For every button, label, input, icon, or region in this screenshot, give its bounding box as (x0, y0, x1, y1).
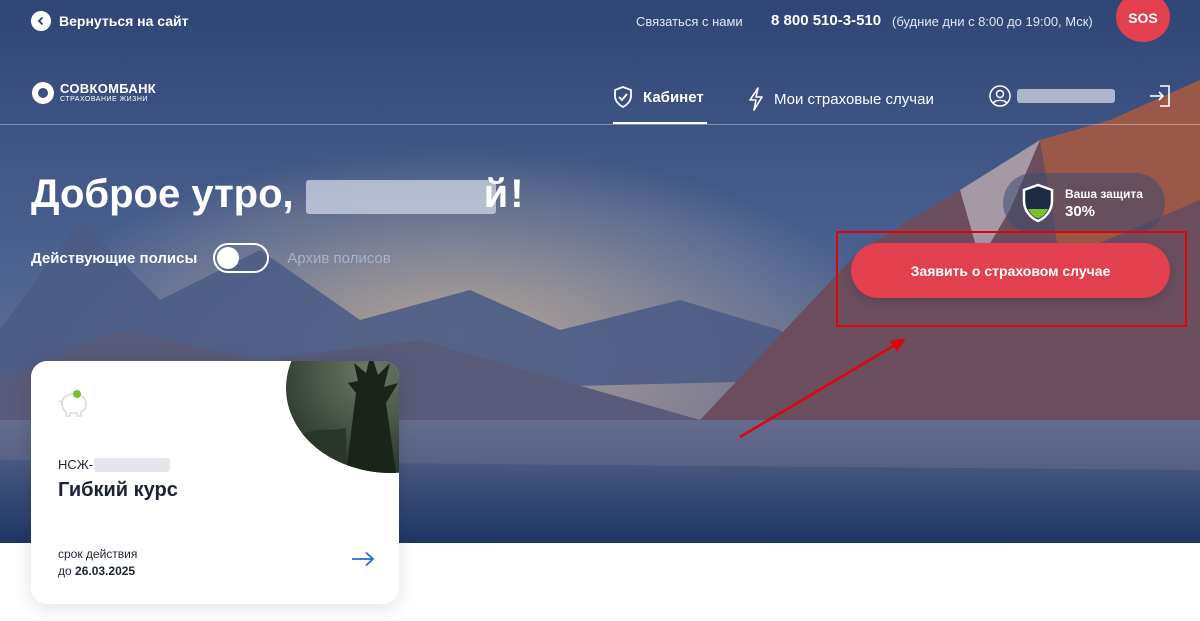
active-policies-label[interactable]: Действующие полисы (31, 250, 197, 267)
phone-number[interactable]: 8 800 510-3-510 (771, 12, 881, 29)
policy-term-date: 26.03.2025 (75, 564, 136, 578)
policies-filter: Действующие полисы Архив полисов (31, 243, 391, 273)
protection-level-badge[interactable]: Ваша защита 30% (1003, 173, 1165, 233)
protection-percent: 30% (1065, 202, 1096, 220)
page: Вернуться на сайт Связаться с нами 8 800… (0, 0, 1200, 621)
greeting-exclamation: ! (510, 172, 524, 216)
greeting-heading: Доброе утро, й ! (31, 172, 524, 217)
shield-check-icon (614, 86, 632, 108)
tab-insurance-cases[interactable]: Мои страховые случаи (748, 87, 934, 111)
policy-number: НСЖ- (58, 457, 171, 472)
policy-term: до 26.03.2025 (58, 564, 135, 578)
policy-number-redacted (94, 457, 171, 472)
contact-us-link[interactable]: Связаться с нами (636, 14, 743, 29)
logout-button[interactable] (1148, 84, 1172, 113)
policy-term-label: срок действия (58, 547, 138, 561)
protection-shield-icon (1022, 183, 1054, 223)
back-to-site-label: Вернуться на сайт (59, 13, 189, 29)
nav-divider (0, 124, 1200, 125)
protection-label: Ваша защита (1065, 186, 1143, 201)
working-hours: (будние дни с 8:00 до 19:00, Мск) (892, 14, 1093, 29)
archive-policies-label[interactable]: Архив полисов (287, 250, 390, 267)
user-name-redacted (1017, 89, 1115, 103)
greeting-text: Доброе утро, (31, 172, 294, 216)
brand-name: СОВКОМБАНК (60, 80, 156, 96)
arrow-right-icon[interactable] (351, 551, 375, 567)
policy-card-photo (286, 361, 399, 473)
greeting-name-tail: й (483, 172, 509, 216)
report-insurance-case-button[interactable]: Заявить о страховом случае (851, 243, 1170, 298)
brand-logo[interactable]: СОВКОМБАНК СТРАХОВАНИЕ ЖИЗНИ (32, 82, 156, 104)
toggle-knob (217, 247, 240, 269)
policy-term-prefix: до (58, 564, 72, 578)
tab-insurance-cases-label: Мои страховые случаи (774, 90, 934, 108)
user-profile[interactable] (989, 85, 1115, 107)
tab-cabinet[interactable]: Кабинет (613, 86, 707, 124)
sos-button[interactable]: SOS (1116, 0, 1170, 42)
sovcombank-logo-icon (32, 82, 54, 104)
policy-card[interactable]: НСЖ- Гибкий курс срок действия до 26.03.… (31, 361, 399, 604)
brand-subtitle: СТРАХОВАНИЕ ЖИЗНИ (60, 95, 148, 103)
tab-cabinet-label: Кабинет (643, 88, 704, 106)
policy-title: Гибкий курс (58, 479, 178, 501)
policies-archive-toggle[interactable] (213, 243, 270, 273)
chevron-left-icon (31, 11, 51, 31)
back-to-site-link[interactable]: Вернуться на сайт (31, 11, 189, 31)
policy-number-prefix: НСЖ- (58, 457, 94, 472)
piggy-bank-icon (58, 390, 87, 417)
user-first-name-redacted (305, 179, 496, 214)
lightning-icon (749, 87, 763, 111)
top-bar: Вернуться на сайт Связаться с нами 8 800… (0, 0, 1200, 44)
user-icon (989, 85, 1011, 107)
logout-icon (1150, 85, 1170, 107)
